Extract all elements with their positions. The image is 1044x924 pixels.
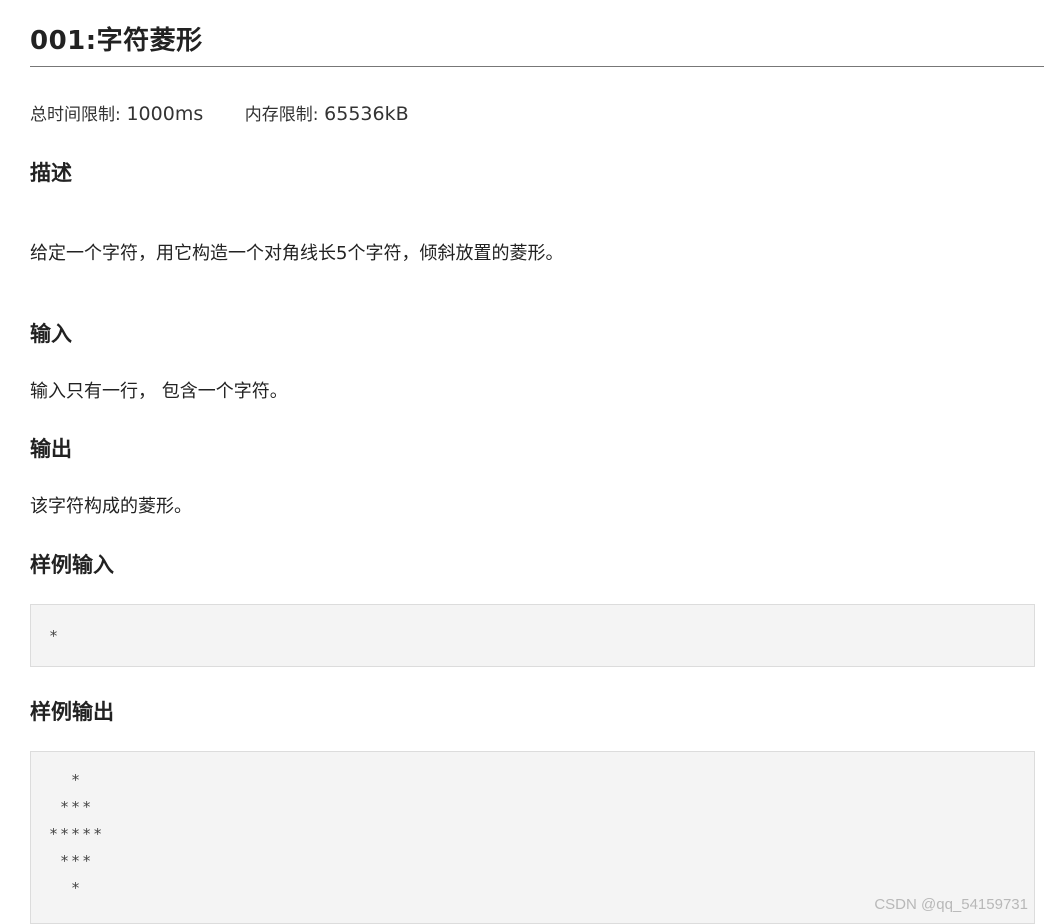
input-heading: 输入 <box>30 322 72 346</box>
memory-limit-value: 65536kB <box>324 103 409 125</box>
output-text: 该字符构成的菱形。 <box>30 496 192 517</box>
time-limit-label: 总时间限制: <box>30 105 121 125</box>
memory-limit-label: 内存限制: <box>244 105 319 125</box>
sample-output-heading: 样例输出 <box>30 700 114 724</box>
description-heading: 描述 <box>30 161 72 185</box>
limits-row: 总时间限制: 1000ms 内存限制: 65536kB <box>30 100 409 125</box>
page-title: 001:字符菱形 <box>30 26 203 56</box>
input-text: 输入只有一行， 包含一个字符。 <box>30 381 288 402</box>
sample-input-box: * <box>30 604 1035 667</box>
title-divider <box>30 66 1044 67</box>
time-limit-value: 1000ms <box>126 103 204 125</box>
sample-output-code: * *** ***** *** * <box>49 771 105 897</box>
sample-input-code: * <box>49 627 61 645</box>
sample-input-heading: 样例输入 <box>30 553 114 577</box>
description-text: 给定一个字符，用它构造一个对角线长5个字符，倾斜放置的菱形。 <box>30 243 564 264</box>
watermark: CSDN @qq_54159731 <box>874 896 1028 913</box>
output-heading: 输出 <box>30 437 72 461</box>
